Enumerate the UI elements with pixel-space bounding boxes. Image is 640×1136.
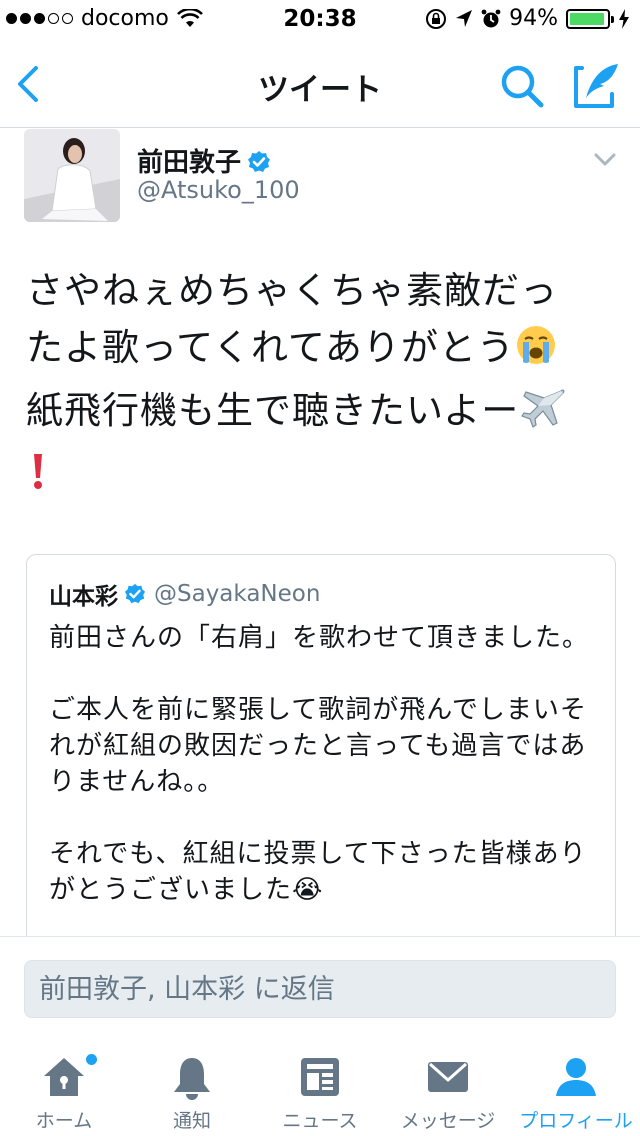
tab-notifications[interactable]: 通知: [128, 1054, 256, 1136]
tweet-text-line: 紙飛行機も生で聴きたいよー: [26, 382, 622, 445]
tweet-text-line: たよ歌ってくれてありがとう: [26, 319, 622, 382]
profile-icon: [556, 1058, 596, 1096]
tab-label: メッセージ: [400, 1110, 496, 1132]
crying-face-emoji: [515, 324, 557, 382]
home-icon: [44, 1058, 84, 1096]
tab-bar: ホーム 通知 ニュース メッセージ プロフィール: [0, 1040, 640, 1136]
tweet-text: さやねぇめちゃくちゃ素敵だっ たよ歌ってくれてありがとう 紙飛行機も生で聴きたい…: [26, 262, 622, 508]
location-icon: [456, 9, 473, 27]
tab-messages[interactable]: メッセージ: [384, 1054, 512, 1136]
exclamation-emoji: [26, 450, 50, 508]
compose-button[interactable]: [570, 60, 622, 112]
author-avatar[interactable]: [24, 129, 120, 222]
reply-input[interactable]: 前田敦子, 山本彩 に返信: [24, 960, 616, 1018]
search-icon: [501, 65, 544, 108]
author-handle[interactable]: @Atsuko_100: [137, 176, 300, 204]
tab-label: 通知: [172, 1110, 211, 1132]
bell-icon: [174, 1058, 210, 1100]
avatar-photo: [24, 129, 120, 222]
tweet-options-button[interactable]: [594, 152, 616, 166]
reply-bar: 前田敦子, 山本彩 に返信: [0, 936, 640, 1040]
author-name: 前田敦子: [137, 148, 242, 178]
tweet-text-line: [26, 445, 622, 508]
charging-icon: [619, 8, 629, 29]
verified-badge-icon: [248, 151, 271, 172]
chevron-down-icon: [594, 153, 616, 166]
status-bar: docomo 20:38 94%: [0, 0, 640, 40]
author-name-row[interactable]: 前田敦子: [137, 142, 271, 179]
envelope-icon: [428, 1062, 468, 1092]
status-right: 94%: [425, 6, 630, 31]
airplane-emoji: [519, 387, 565, 445]
navigation-bar: ツイート: [0, 40, 640, 128]
quoted-author-name: 山本彩: [49, 584, 118, 610]
quoted-tweet[interactable]: 山本彩 @SayakaNeon 前田さんの「右肩」を歌わせて頂きました。 ご本人…: [26, 554, 616, 954]
quoted-tweet-text: 前田さんの「右肩」を歌わせて頂きました。 ご本人を前に緊張して歌詞が飛んでしまい…: [49, 623, 590, 905]
battery-percent: 94%: [509, 6, 558, 31]
tab-home[interactable]: ホーム: [0, 1054, 128, 1136]
tab-profile[interactable]: プロフィール: [512, 1054, 640, 1136]
tweet-text-line: さやねぇめちゃくちゃ素敵だっ: [26, 269, 558, 312]
rotation-lock-icon: [426, 8, 447, 29]
news-icon: [301, 1058, 339, 1096]
battery-icon: [566, 8, 614, 29]
tab-label: プロフィール: [519, 1110, 633, 1132]
quoted-author-handle: @SayakaNeon: [154, 581, 321, 607]
tab-label: ニュース: [282, 1110, 358, 1132]
tab-label: ホーム: [35, 1110, 93, 1132]
notification-dot: [86, 1054, 97, 1065]
alarm-icon: [481, 9, 501, 27]
compose-icon: [574, 64, 618, 108]
verified-badge-icon: [124, 583, 146, 604]
tab-news[interactable]: ニュース: [256, 1054, 384, 1136]
quoted-tweet-header: 山本彩 @SayakaNeon: [49, 577, 320, 611]
search-button[interactable]: [498, 62, 546, 110]
